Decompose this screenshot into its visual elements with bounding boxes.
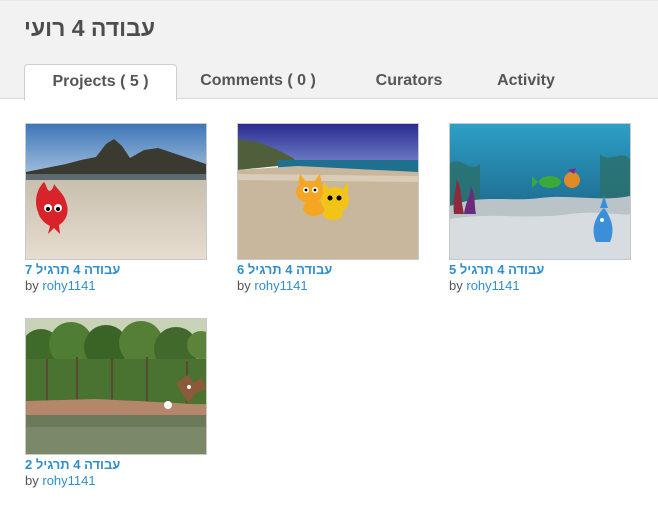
tab-comments[interactable]: Comments ( 0 ): [190, 64, 326, 100]
project-thumbnail[interactable]: [25, 123, 207, 260]
beach-mountain-image: [26, 124, 206, 259]
project-byline: by rohy1141: [449, 278, 520, 293]
project-thumbnail[interactable]: [449, 123, 631, 260]
project-byline: by rohy1141: [25, 473, 96, 488]
by-label: by: [237, 278, 251, 293]
project-title[interactable]: עבודה 4 תרגיל 6: [237, 262, 332, 277]
by-label: by: [449, 278, 463, 293]
project-byline: by rohy1141: [25, 278, 96, 293]
project-title[interactable]: עבודה 4 תרגיל 7: [25, 262, 120, 277]
project-thumbnail[interactable]: [25, 318, 207, 455]
beach-cats-image: [238, 124, 418, 259]
by-label: by: [25, 473, 39, 488]
studio-title: עבודה 4 רועי: [24, 15, 156, 41]
author-link[interactable]: rohy1141: [466, 278, 519, 293]
forest-lake-image: [26, 319, 206, 454]
underwater-image: [450, 124, 630, 259]
bird-icon: [164, 401, 172, 409]
studio-header: עבודה 4 רועי Projects ( 5 ) Comments ( 0…: [0, 0, 658, 101]
author-link[interactable]: rohy1141: [42, 278, 95, 293]
project-title[interactable]: עבודה 4 תרגיל 2: [25, 457, 120, 472]
project-byline: by rohy1141: [237, 278, 308, 293]
project-thumbnail[interactable]: [237, 123, 419, 260]
project-title[interactable]: עבודה 4 תרגיל 5: [449, 262, 544, 277]
tab-projects[interactable]: Projects ( 5 ): [24, 64, 177, 101]
tab-curators[interactable]: Curators: [359, 64, 459, 100]
author-link[interactable]: rohy1141: [42, 473, 95, 488]
author-link[interactable]: rohy1141: [254, 278, 307, 293]
by-label: by: [25, 278, 39, 293]
tab-activity[interactable]: Activity: [479, 64, 573, 100]
